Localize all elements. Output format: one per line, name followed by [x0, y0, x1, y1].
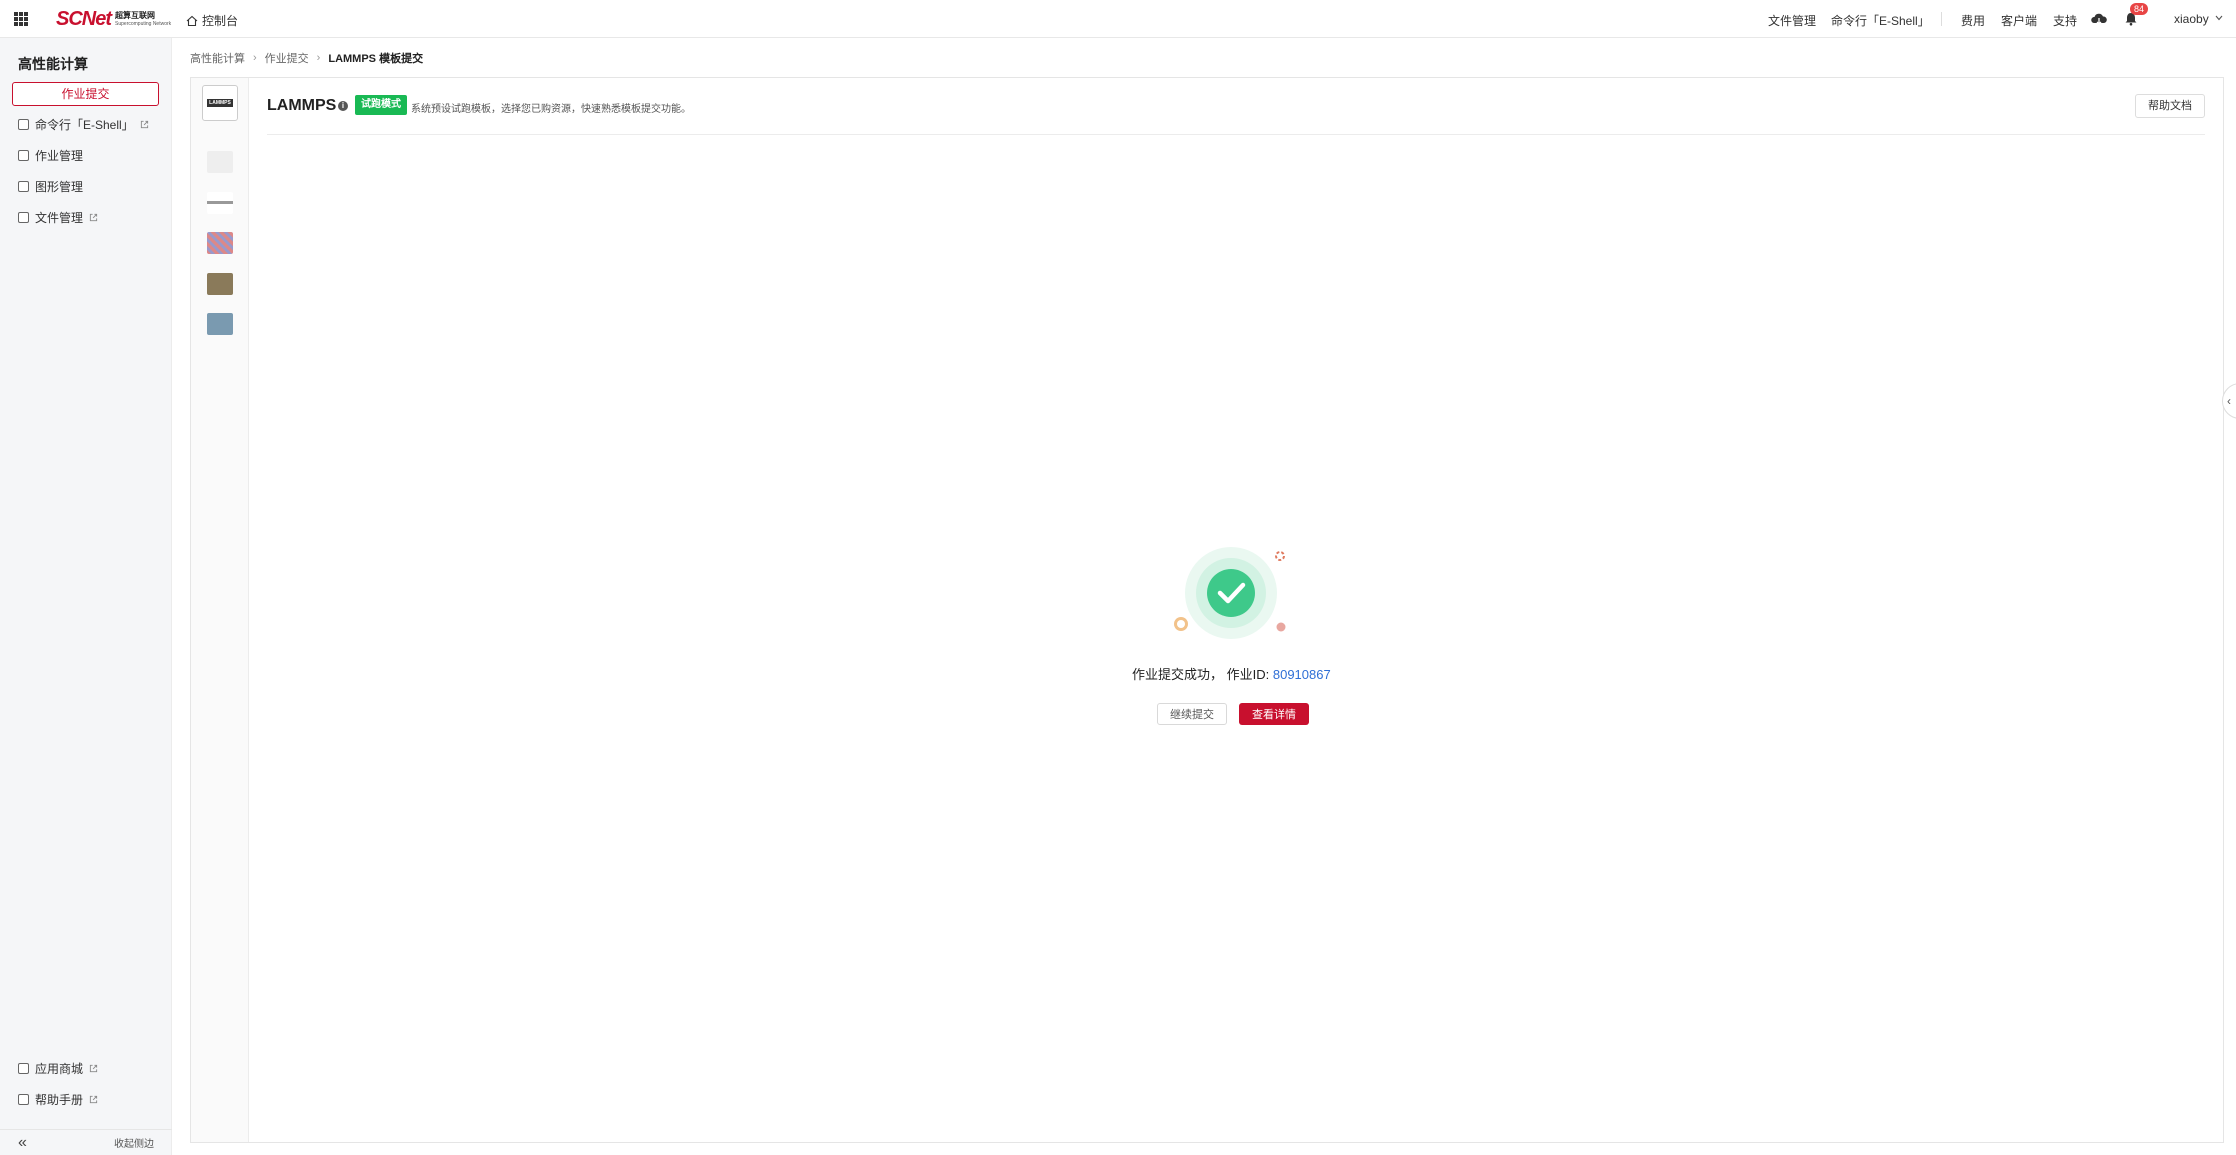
external-link-icon [89, 213, 98, 221]
book-icon [18, 1093, 29, 1105]
double-chevron-left-icon[interactable]: « [18, 1134, 27, 1152]
sidebar-item-help-manual[interactable]: 帮助手册 [18, 1089, 98, 1109]
sidebar-title: 高性能计算 [18, 56, 88, 72]
sidebar-item-file-mgmt[interactable]: 文件管理 [18, 207, 98, 227]
template-thumb-fluent[interactable] [207, 273, 233, 295]
logo-subtitle: 超算互联网 Supercomputing Network [115, 11, 171, 29]
sidebar-item-label: 应用商城 [35, 1061, 84, 1076]
chevron-down-icon[interactable] [2215, 15, 2223, 21]
thumb-lammps-label: LAMMPS [207, 99, 233, 107]
top-support-link[interactable]: 支持 [2053, 12, 2077, 29]
notification-bell[interactable]: 84 [2124, 3, 2149, 26]
cloud-download-icon[interactable] [2091, 12, 2107, 26]
terminal-icon [18, 118, 29, 130]
sidebar-item-graphics-mgmt[interactable]: 图形管理 [18, 176, 83, 196]
store-icon [18, 1062, 29, 1074]
top-cli-link[interactable]: 命令行「E-Shell」 [1831, 12, 1930, 29]
top-client-link[interactable]: 客户端 [2001, 12, 2037, 29]
job-submit-button[interactable]: 作业提交 [12, 82, 159, 106]
view-details-button[interactable]: 查看详情 [1239, 703, 1309, 725]
template-thumb-1[interactable] [207, 151, 233, 173]
sidebar-item-label: 作业管理 [35, 148, 84, 163]
external-link-icon [140, 120, 148, 128]
external-link-icon [89, 1064, 98, 1072]
trial-mode-description: 系统预设试跑模板，选择您已购资源，快速熟悉模板提交功能。 [411, 104, 691, 115]
home-icon [186, 15, 198, 26]
template-thumb-2[interactable] [207, 192, 233, 214]
info-icon[interactable]: i [338, 101, 348, 111]
breadcrumb-separator: › [316, 52, 321, 64]
success-check-icon [1174, 547, 1286, 639]
user-menu[interactable]: xiaoby [2174, 12, 2209, 26]
breadcrumb: 高性能计算 › 作业提交 › LAMMPS 模板提交 [190, 50, 423, 66]
template-thumbnails: LAMMPS [191, 78, 249, 1142]
sidebar-collapse-bar: « 收起侧边 [0, 1129, 172, 1155]
card-header: LAMMPS i 试跑模式 系统预设试跑模板，选择您已购资源，快速熟悉模板提交功… [267, 78, 2205, 135]
apps-grid-icon[interactable] [14, 12, 28, 26]
breadcrumb-hpc[interactable]: 高性能计算 [190, 50, 245, 66]
job-list-icon [18, 149, 29, 161]
top-file-mgmt-link[interactable]: 文件管理 [1768, 12, 1816, 29]
app-title: LAMMPS [267, 97, 337, 114]
scnet-logo[interactable]: SCNet 超算互联网 Supercomputing Network [56, 8, 171, 31]
monitor-icon [18, 180, 29, 192]
sidebar-item-job-mgmt[interactable]: 作业管理 [18, 145, 83, 165]
sidebar-item-app-store[interactable]: 应用商城 [18, 1058, 98, 1078]
logo-en: Supercomputing Network [115, 20, 172, 27]
folder-icon [18, 211, 29, 223]
continue-submit-button[interactable]: 继续提交 [1157, 703, 1227, 725]
sidebar-item-label: 帮助手册 [35, 1092, 84, 1107]
job-id-link[interactable]: 80910867 [1273, 667, 1331, 682]
collapse-sidebar-label[interactable]: 收起侧边 [114, 1135, 154, 1150]
sidebar: 高性能计算 作业提交 命令行「E-Shell」 作业管理 图形管理 文件管理 应… [0, 38, 172, 1155]
logo-text: SCNet [56, 8, 112, 30]
top-navbar: SCNet 超算互联网 Supercomputing Network 控制台 文… [0, 0, 2236, 38]
breadcrumb-separator: › [253, 52, 257, 64]
breadcrumb-current: LAMMPS 模板提交 [328, 53, 424, 65]
template-thumb-5[interactable] [207, 313, 233, 335]
sidebar-item-label: 图形管理 [35, 179, 84, 194]
console-link[interactable]: 控制台 [186, 12, 238, 29]
chevron-left-icon: ‹ [2227, 394, 2231, 408]
success-text: 作业提交成功， 作业ID: [1132, 667, 1270, 682]
right-panel-toggle[interactable]: ‹ [2222, 383, 2236, 419]
notification-badge: 84 [2130, 3, 2149, 15]
sidebar-item-label: 文件管理 [35, 210, 84, 225]
sidebar-item-eshell[interactable]: 命令行「E-Shell」 [18, 114, 149, 134]
external-link-icon [89, 1095, 98, 1103]
template-thumb-3[interactable] [207, 232, 233, 254]
top-divider [1941, 12, 1942, 26]
help-docs-button[interactable]: 帮助文档 [2135, 94, 2205, 118]
thumb-lammps-selected[interactable]: LAMMPS [202, 85, 238, 121]
submit-success-message: 作业提交成功， 作业ID: 80910867 [1132, 664, 1331, 683]
sidebar-item-label: 命令行「E-Shell」 [35, 117, 134, 132]
console-label: 控制台 [202, 14, 239, 28]
breadcrumb-job-submit[interactable]: 作业提交 [265, 50, 309, 66]
top-billing-link[interactable]: 费用 [1961, 12, 1985, 29]
trial-mode-tag: 试跑模式 [355, 95, 407, 115]
logo-cn: 超算互联网 [115, 10, 156, 20]
